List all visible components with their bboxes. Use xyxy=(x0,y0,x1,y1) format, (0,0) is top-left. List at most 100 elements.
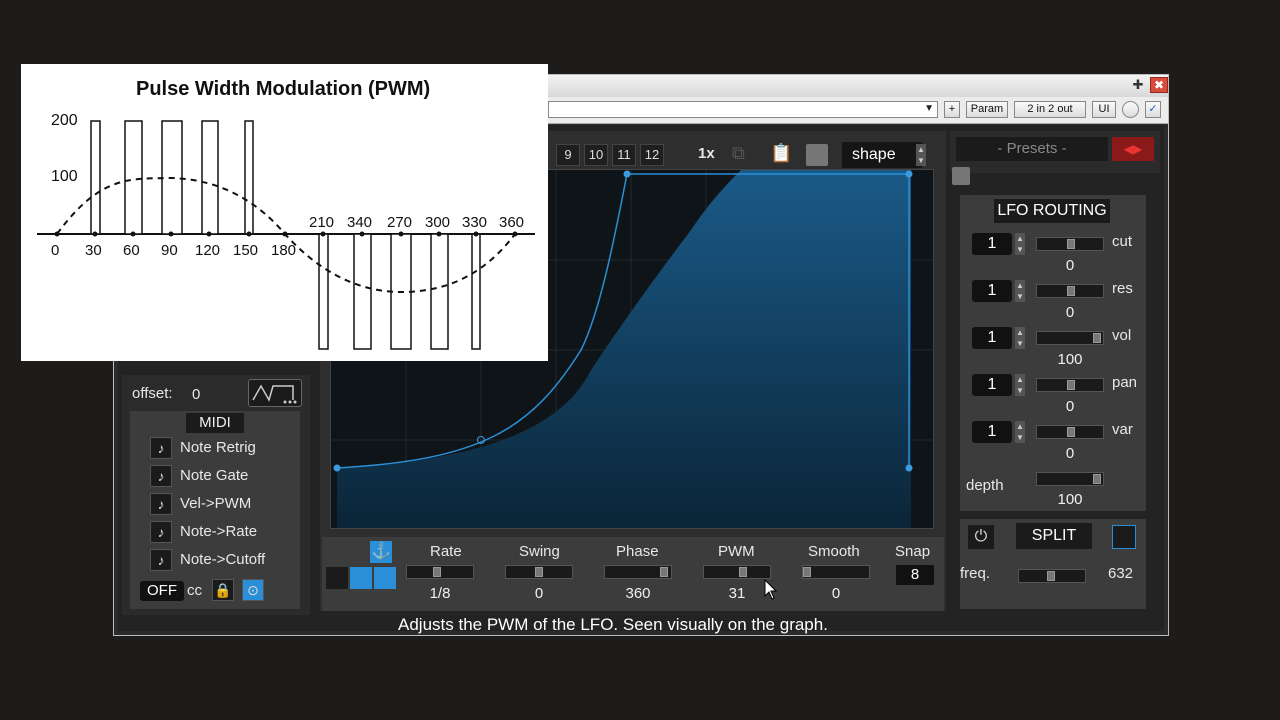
smooth-slider-knob[interactable] xyxy=(803,567,811,577)
routing-amount-vol[interactable]: 1 xyxy=(972,327,1012,349)
routing-spinner[interactable]: ▲ ▼ xyxy=(1015,327,1025,349)
routing-slider-vol[interactable] xyxy=(1036,331,1104,345)
shape-spinner[interactable]: ▲ ▼ xyxy=(916,144,926,166)
paste-icon[interactable]: 📋 xyxy=(770,143,794,167)
routing-slider-pan[interactable] xyxy=(1036,378,1104,392)
freq-value: 632 xyxy=(1108,565,1134,582)
filter-type-icon[interactable] xyxy=(1112,525,1136,549)
x-tick-label: 180 xyxy=(271,242,297,259)
curve-node[interactable] xyxy=(905,170,913,178)
param-button[interactable]: Param xyxy=(966,101,1008,118)
pwm-diagram-svg xyxy=(37,120,535,350)
io-button[interactable]: 2 in 2 out xyxy=(1014,101,1086,118)
zoom-label[interactable]: 1x xyxy=(698,145,715,162)
routing-spinner[interactable]: ▲ ▼ xyxy=(1015,421,1025,443)
routing-amount-pan[interactable]: 1 xyxy=(972,374,1012,396)
note-icon[interactable]: ♪ xyxy=(150,465,172,487)
routing-amount-cut[interactable]: 1 xyxy=(972,233,1012,255)
waveform-select-button[interactable] xyxy=(248,379,302,407)
save-icon[interactable] xyxy=(952,167,970,185)
note-icon[interactable]: ♪ xyxy=(150,521,172,543)
slider-knob[interactable] xyxy=(1067,286,1075,296)
split-panel: ⏻ SPLIT freq. 632 xyxy=(960,519,1146,609)
rate-slider-knob[interactable] xyxy=(433,567,441,577)
swing-slider[interactable] xyxy=(505,565,573,579)
smooth-slider[interactable] xyxy=(802,565,870,579)
program-select[interactable]: ▼ xyxy=(548,101,938,118)
phase-slider-knob[interactable] xyxy=(660,567,668,577)
offset-value[interactable]: 0 xyxy=(192,386,200,403)
routing-spinner[interactable]: ▲ ▼ xyxy=(1015,374,1025,396)
swing-slider-knob[interactable] xyxy=(535,567,543,577)
triplet-button[interactable] xyxy=(350,567,372,589)
curve-node[interactable] xyxy=(333,464,341,472)
routing-slider-var[interactable] xyxy=(1036,425,1104,439)
midi-item-note-gate: Note Gate xyxy=(180,467,249,484)
routing-amount-var[interactable]: 1 xyxy=(972,421,1012,443)
pwm-diagram: Pulse Width Modulation (PWM) 200 100 0 3… xyxy=(21,64,548,361)
slider-knob[interactable] xyxy=(1067,239,1075,249)
midi-item-note-retrig: Note Retrig xyxy=(180,439,256,456)
add-button[interactable]: + xyxy=(944,101,960,118)
pwm-slider[interactable] xyxy=(703,565,771,579)
rate-slider[interactable] xyxy=(406,565,474,579)
x-tick-label: 330 xyxy=(462,214,488,231)
mouse-cursor-icon xyxy=(764,579,778,600)
slider-knob[interactable] xyxy=(1067,380,1075,390)
routing-target-var: var xyxy=(1112,421,1133,438)
routing-spinner[interactable]: ▲ ▼ xyxy=(1015,280,1025,302)
x-tick-label: 60 xyxy=(123,242,140,259)
routing-target-pan: pan xyxy=(1112,374,1138,391)
curve-node[interactable] xyxy=(623,170,631,178)
midi-title: MIDI xyxy=(186,413,244,433)
depth-value: 100 xyxy=(1057,491,1083,508)
smooth-label: Smooth xyxy=(808,543,860,560)
split-button[interactable]: SPLIT xyxy=(1016,523,1092,549)
rate-label: Rate xyxy=(430,543,462,560)
presets-select[interactable]: - Presets - xyxy=(956,137,1108,161)
page-button-9[interactable]: 9 xyxy=(556,144,580,166)
ui-button[interactable]: UI xyxy=(1092,101,1116,118)
cc-toggle[interactable]: OFF xyxy=(140,581,184,601)
note-icon[interactable]: ♪ xyxy=(150,549,172,571)
routing-spinner[interactable]: ▲ ▼ xyxy=(1015,233,1025,255)
depth-slider[interactable] xyxy=(1036,472,1104,486)
x-tick-label: 360 xyxy=(499,214,525,231)
power-icon[interactable]: ⏻ xyxy=(968,525,994,549)
phase-slider[interactable] xyxy=(604,565,672,579)
copy-icon[interactable]: ⧉ xyxy=(732,143,756,167)
pin-icon[interactable]: ✚ xyxy=(1130,77,1146,93)
snap-value[interactable]: 8 xyxy=(896,565,934,585)
shape-select[interactable]: shape xyxy=(842,142,922,168)
dot-button[interactable] xyxy=(326,567,348,589)
routing-target-res: res xyxy=(1112,280,1133,297)
note-length-button[interactable] xyxy=(374,567,396,589)
x-tick-label: 210 xyxy=(309,214,335,231)
note-icon[interactable]: ♪ xyxy=(150,437,172,459)
lock-icon[interactable]: 🔒 xyxy=(212,579,234,601)
routing-slider-cut[interactable] xyxy=(1036,237,1104,251)
slider-knob[interactable] xyxy=(1093,474,1101,484)
page-button-10[interactable]: 10 xyxy=(584,144,608,166)
slider-knob[interactable] xyxy=(1093,333,1101,343)
save-icon[interactable] xyxy=(806,144,828,166)
routing-amount-res[interactable]: 1 xyxy=(972,280,1012,302)
bypass-checkbox[interactable]: ✓ xyxy=(1145,101,1161,118)
note-icon[interactable]: ♪ xyxy=(150,493,172,515)
anchor-icon[interactable]: ⚓ xyxy=(370,541,392,563)
pwm-slider-knob[interactable] xyxy=(739,567,747,577)
slider-knob[interactable] xyxy=(1047,571,1055,581)
page-button-11[interactable]: 11 xyxy=(612,144,636,166)
page-button-12[interactable]: 12 xyxy=(640,144,664,166)
routing-slider-res[interactable] xyxy=(1036,284,1104,298)
routing-target-vol: vol xyxy=(1112,327,1132,344)
midi-port-icon[interactable]: ⊙ xyxy=(242,579,264,601)
pwm-value: 31 xyxy=(728,585,746,602)
freq-slider[interactable] xyxy=(1018,569,1086,583)
close-icon[interactable]: ✖ xyxy=(1150,77,1168,93)
curve-node[interactable] xyxy=(905,464,913,472)
slider-knob[interactable] xyxy=(1067,427,1075,437)
preset-nav-icon[interactable]: ◀▶ xyxy=(1112,137,1154,161)
waveform-icon xyxy=(252,384,297,404)
knob-icon[interactable] xyxy=(1122,101,1139,118)
